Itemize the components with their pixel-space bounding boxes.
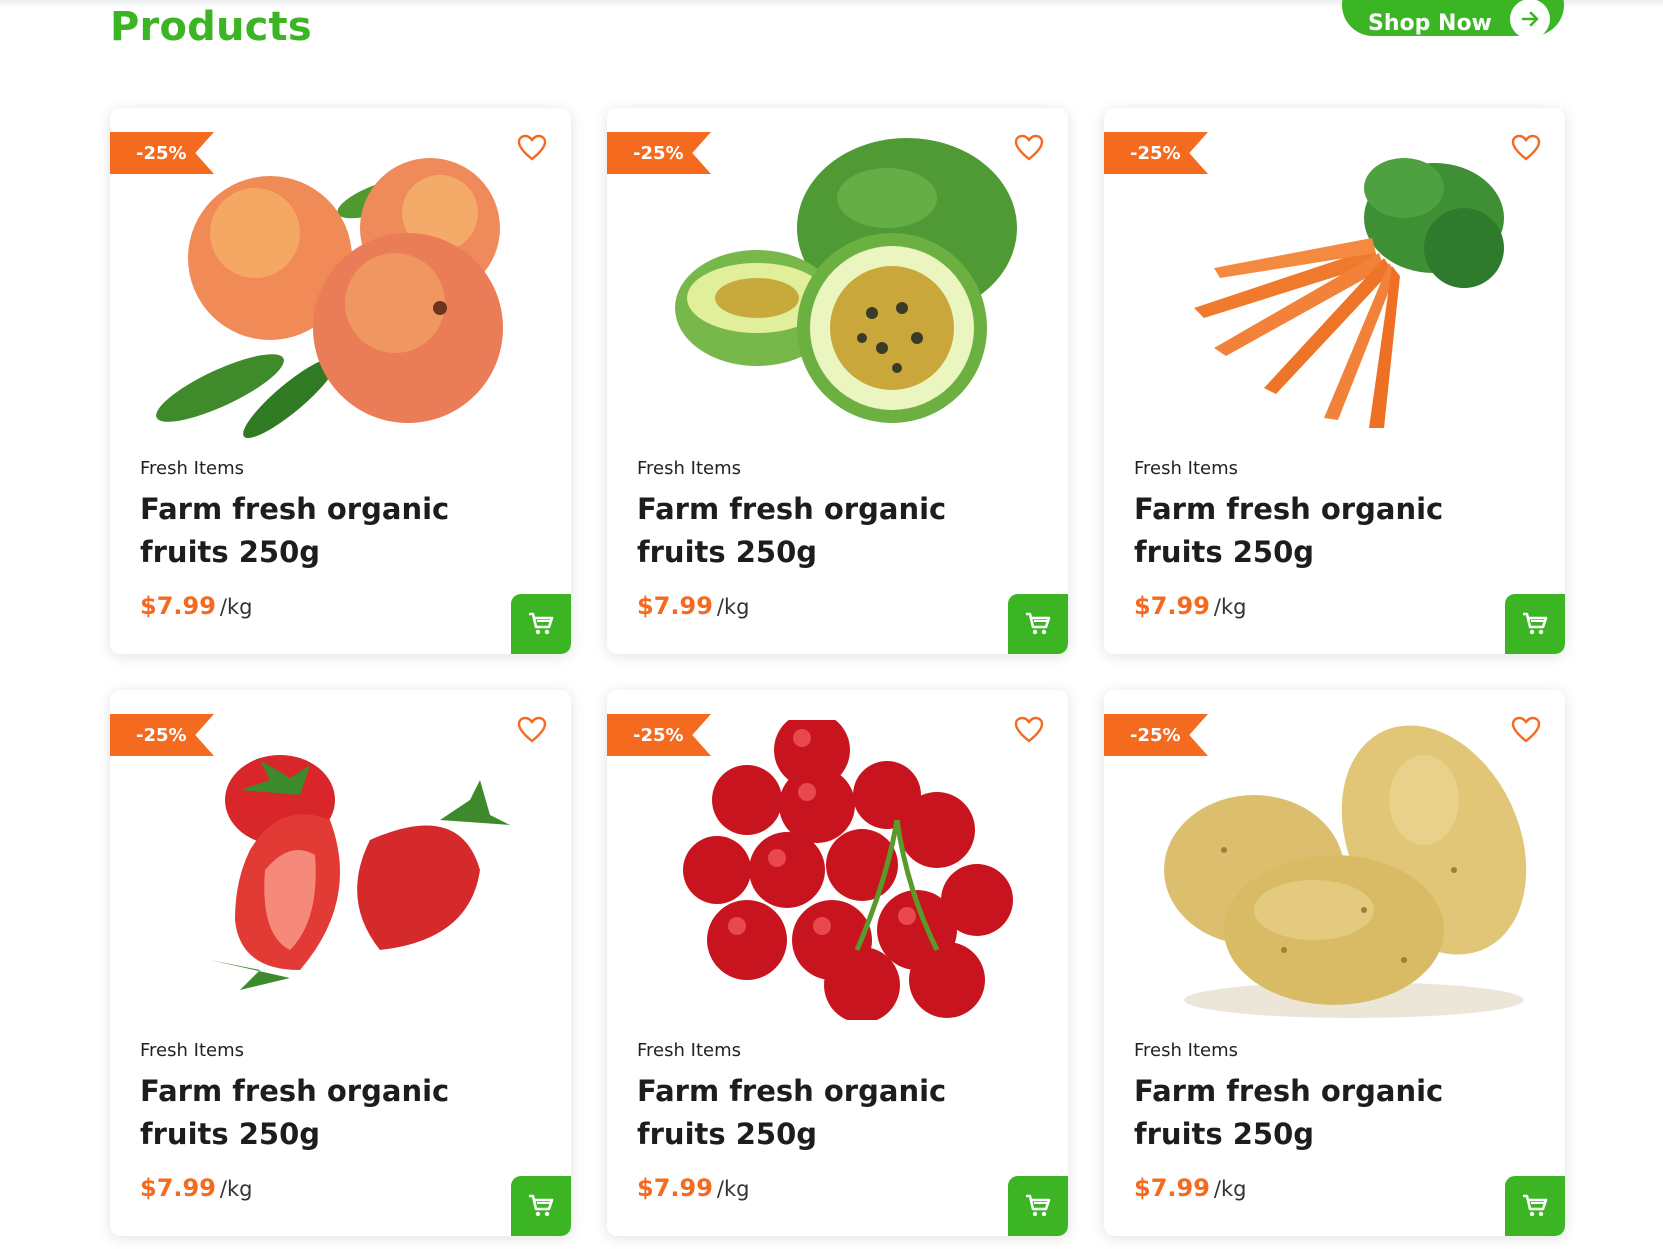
section-title: Products: [110, 4, 312, 50]
product-card[interactable]: -25% Fresh Items Farm fresh organic frui…: [607, 690, 1068, 1236]
price-row: $7.99/kg: [637, 1174, 750, 1202]
product-image-strawberries: [210, 755, 510, 990]
product-card[interactable]: -25% Fresh Items Farm fresh organic frui…: [1104, 690, 1565, 1236]
product-price: $7.99: [140, 592, 216, 620]
price-row: $7.99/kg: [637, 592, 750, 620]
price-unit: /kg: [716, 1177, 750, 1201]
heart-icon[interactable]: [1014, 134, 1044, 162]
product-name[interactable]: Farm fresh organic fruits 250g: [1134, 1070, 1494, 1156]
cart-icon: [529, 612, 554, 635]
heart-icon[interactable]: [1014, 716, 1044, 744]
shop-now-label: Shop Now: [1368, 10, 1492, 36]
add-to-cart-button[interactable]: [1008, 1176, 1068, 1236]
price-unit: /kg: [219, 595, 253, 619]
product-image-passion-fruit: [675, 138, 1017, 423]
heart-icon[interactable]: [517, 134, 547, 162]
product-category: Fresh Items: [140, 1040, 244, 1061]
cart-icon: [1523, 612, 1548, 635]
product-grid: -25% Fresh Items Farm fresh organic frui…: [110, 108, 1565, 1236]
product-card[interactable]: -25% Fresh Items Farm fresh organic frui…: [110, 108, 571, 654]
price-unit: /kg: [1213, 595, 1247, 619]
product-category: Fresh Items: [1134, 1040, 1238, 1061]
product-price: $7.99: [140, 1174, 216, 1202]
product-name[interactable]: Farm fresh organic fruits 250g: [140, 1070, 500, 1156]
product-card[interactable]: -25% Fresh Items Farm fresh organic frui…: [1104, 108, 1565, 654]
product-price: $7.99: [1134, 1174, 1210, 1202]
price-unit: /kg: [1213, 1177, 1247, 1201]
cart-icon: [1026, 1194, 1051, 1217]
product-name[interactable]: Farm fresh organic fruits 250g: [1134, 488, 1494, 574]
price-row: $7.99/kg: [140, 1174, 253, 1202]
product-card[interactable]: -25% Fresh Items Farm fresh organic frui…: [607, 108, 1068, 654]
arrow-right-icon: [1510, 0, 1550, 39]
product-category: Fresh Items: [637, 1040, 741, 1061]
heart-icon[interactable]: [1511, 716, 1541, 744]
product-image-potatoes: [1164, 725, 1527, 1018]
product-category: Fresh Items: [637, 458, 741, 479]
product-name[interactable]: Farm fresh organic fruits 250g: [140, 488, 500, 574]
heart-icon[interactable]: [1511, 134, 1541, 162]
add-to-cart-button[interactable]: [511, 1176, 571, 1236]
cart-icon: [529, 1194, 554, 1217]
shop-now-button[interactable]: Shop Now: [1342, 0, 1564, 39]
add-to-cart-button[interactable]: [1008, 594, 1068, 654]
product-price: $7.99: [637, 592, 713, 620]
product-price: $7.99: [637, 1174, 713, 1202]
product-image-carrots: [1194, 158, 1504, 428]
price-row: $7.99/kg: [140, 592, 253, 620]
price-unit: /kg: [219, 1177, 253, 1201]
product-category: Fresh Items: [140, 458, 244, 479]
heart-icon[interactable]: [517, 716, 547, 744]
product-category: Fresh Items: [1134, 458, 1238, 479]
price-row: $7.99/kg: [1134, 1174, 1247, 1202]
add-to-cart-button[interactable]: [511, 594, 571, 654]
product-name[interactable]: Farm fresh organic fruits 250g: [637, 488, 997, 574]
product-image-cherries: [683, 720, 1013, 1020]
product-image-peaches: [156, 158, 503, 438]
price-unit: /kg: [716, 595, 750, 619]
product-card[interactable]: -25% Fresh Items Farm fresh organic frui…: [110, 690, 571, 1236]
product-name[interactable]: Farm fresh organic fruits 250g: [637, 1070, 997, 1156]
cart-icon: [1523, 1194, 1548, 1217]
add-to-cart-button[interactable]: [1505, 594, 1565, 654]
cart-icon: [1026, 612, 1051, 635]
price-row: $7.99/kg: [1134, 592, 1247, 620]
product-price: $7.99: [1134, 592, 1210, 620]
add-to-cart-button[interactable]: [1505, 1176, 1565, 1236]
